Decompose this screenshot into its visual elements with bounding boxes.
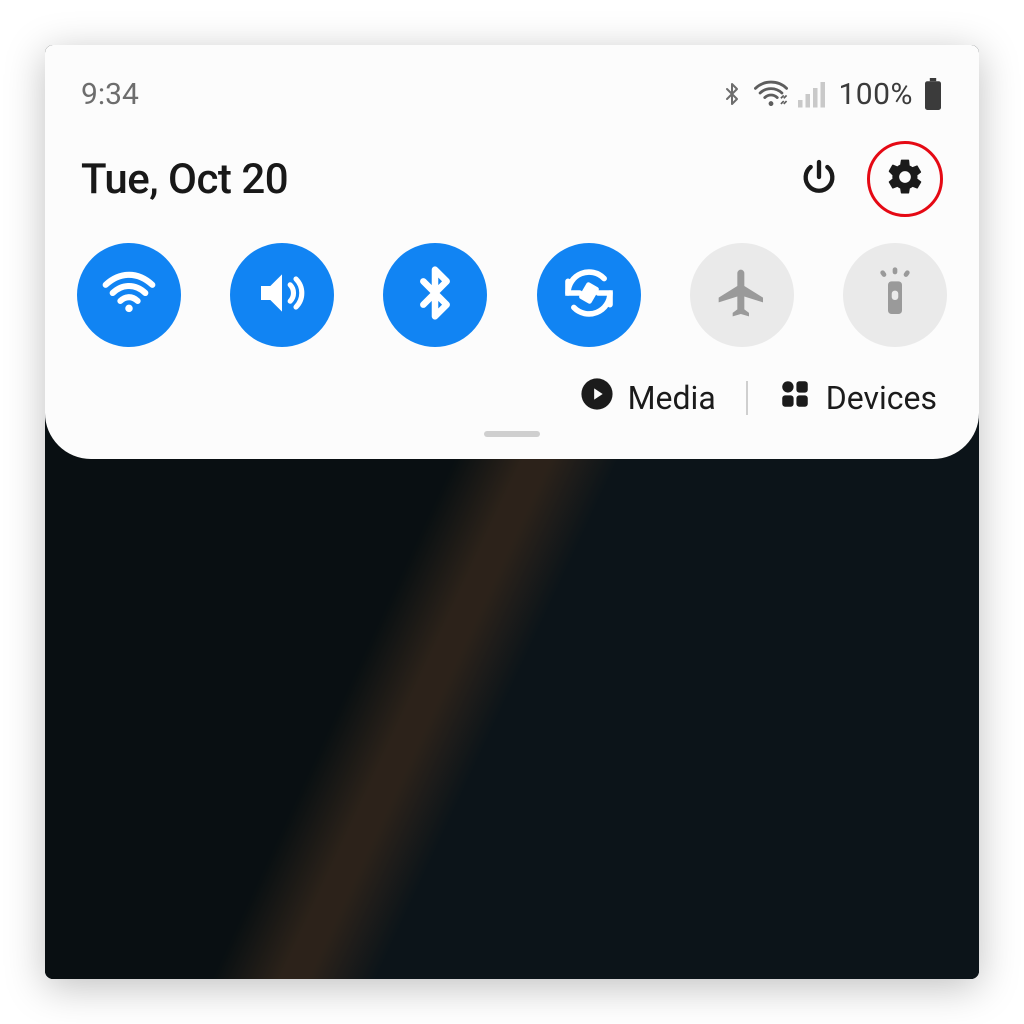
gear-icon — [885, 157, 925, 201]
devices-button[interactable]: Devices — [778, 377, 937, 419]
sound-icon — [254, 265, 310, 325]
wifi-icon — [101, 265, 157, 325]
devices-label: Devices — [826, 379, 937, 417]
settings-button[interactable] — [877, 151, 933, 207]
status-time: 9:34 — [81, 77, 139, 112]
battery-icon — [923, 78, 943, 110]
notification-panel: 9:34 — [45, 45, 979, 459]
auto-rotate-icon — [561, 265, 617, 325]
toggle-wifi[interactable] — [77, 243, 181, 347]
media-button[interactable]: Media — [580, 377, 716, 419]
devices-icon — [778, 377, 812, 419]
settings-highlight — [867, 141, 943, 217]
status-icons: 100% — [720, 77, 943, 112]
battery-percentage: 100% — [838, 77, 913, 112]
toggle-bluetooth[interactable] — [383, 243, 487, 347]
toggle-auto-rotate[interactable] — [537, 243, 641, 347]
play-icon — [580, 377, 614, 419]
signal-icon — [798, 80, 828, 108]
toggle-airplane[interactable] — [690, 243, 794, 347]
divider — [746, 381, 748, 415]
airplane-icon — [714, 265, 770, 325]
panel-drag-handle[interactable] — [484, 431, 540, 437]
status-bar: 9:34 — [81, 71, 943, 117]
date-label: Tue, Oct 20 — [81, 155, 288, 204]
wifi-icon — [754, 79, 788, 109]
quick-toggles — [77, 243, 947, 347]
flashlight-icon — [867, 265, 923, 325]
toggle-sound[interactable] — [230, 243, 334, 347]
power-icon — [799, 157, 839, 201]
bluetooth-icon — [407, 265, 463, 325]
toggle-flashlight[interactable] — [843, 243, 947, 347]
power-button[interactable] — [791, 151, 847, 207]
bluetooth-icon — [720, 79, 744, 109]
media-label: Media — [628, 379, 716, 417]
